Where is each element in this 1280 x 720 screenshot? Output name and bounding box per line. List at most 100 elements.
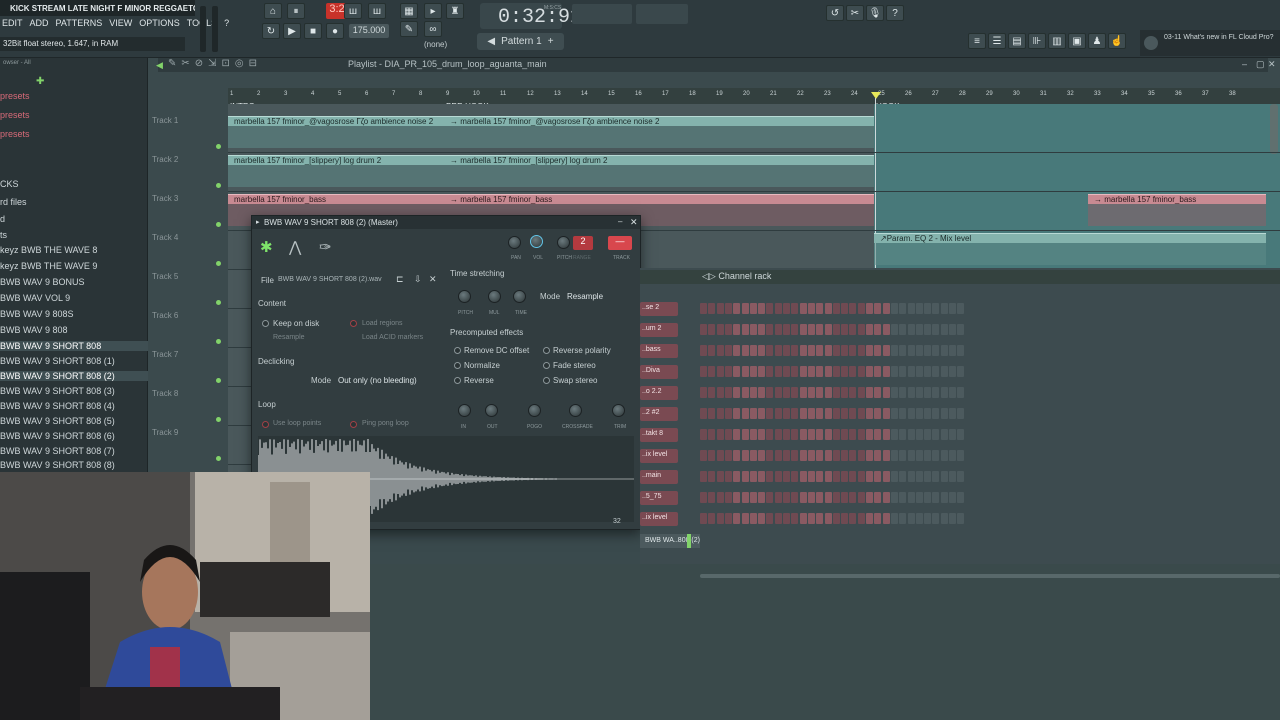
step-button[interactable] (907, 366, 915, 377)
step-button[interactable] (741, 345, 749, 356)
step-button[interactable] (791, 387, 799, 398)
step-button[interactable] (783, 429, 790, 440)
keyboard-icon[interactable]: ▦ (400, 3, 418, 19)
step-button[interactable] (774, 471, 782, 482)
step-button[interactable] (807, 345, 815, 356)
step-button[interactable] (940, 303, 948, 314)
step-button[interactable] (866, 345, 873, 356)
step-button[interactable] (957, 492, 965, 503)
step-button[interactable] (716, 387, 724, 398)
step-button[interactable] (841, 408, 849, 419)
step-button[interactable] (832, 366, 840, 377)
browser-item[interactable]: CKS (0, 179, 19, 189)
step-button[interactable] (766, 450, 774, 461)
step-button[interactable] (708, 324, 716, 335)
track-mute-led[interactable] (216, 456, 221, 461)
step-button[interactable] (849, 450, 857, 461)
step-button[interactable] (708, 450, 716, 461)
playlist-minimize-icon[interactable]: – (1242, 59, 1247, 69)
step-button[interactable] (766, 387, 774, 398)
step-button[interactable] (783, 471, 790, 482)
ts-time-knob[interactable] (513, 290, 526, 303)
browser-item[interactable]: BWB WAV 9 SHORT 808 (7) (0, 446, 115, 456)
step-button[interactable] (882, 513, 890, 524)
step-button[interactable] (724, 345, 732, 356)
step-button[interactable] (749, 387, 757, 398)
step-button[interactable] (741, 471, 749, 482)
browser-icon[interactable]: ▣ (1068, 33, 1086, 49)
step-button[interactable] (940, 450, 948, 461)
swap-stereo-radio[interactable] (543, 377, 550, 384)
step-button[interactable] (841, 513, 849, 524)
plugin-database-icon[interactable]: ♟ (1088, 33, 1106, 49)
step-button[interactable] (874, 408, 882, 419)
step-button[interactable] (882, 303, 890, 314)
step-button[interactable] (716, 366, 724, 377)
step-button[interactable] (866, 492, 873, 503)
step-button[interactable] (949, 324, 956, 335)
step-button[interactable] (724, 324, 732, 335)
ts-mode-select[interactable]: Resample (567, 292, 603, 301)
step-button[interactable] (783, 387, 790, 398)
volume-knob[interactable] (530, 235, 543, 248)
step-button[interactable] (841, 387, 849, 398)
step-button[interactable] (758, 324, 766, 335)
step-button[interactable] (766, 345, 774, 356)
step-button[interactable] (866, 303, 873, 314)
step-button[interactable] (741, 408, 749, 419)
step-button[interactable] (807, 492, 815, 503)
step-button[interactable] (949, 345, 956, 356)
step-button[interactable] (758, 429, 766, 440)
track-mute-led[interactable] (216, 261, 221, 266)
step-button[interactable] (824, 366, 832, 377)
step-button[interactable] (791, 429, 799, 440)
step-button[interactable] (890, 492, 898, 503)
step-button[interactable] (957, 303, 965, 314)
browser-item[interactable]: presets (0, 129, 30, 139)
pattern-selector[interactable]: ◀ Pattern 1 + (477, 33, 564, 50)
step-button[interactable] (890, 345, 898, 356)
channel-name-button[interactable]: ..5_75 (640, 491, 678, 505)
step-button[interactable] (882, 387, 890, 398)
playlist-clip[interactable]: → marbella 157 fminor_bass (1088, 194, 1266, 204)
step-button[interactable] (832, 471, 840, 482)
step-button[interactable] (824, 387, 832, 398)
step-button[interactable] (807, 429, 815, 440)
playlist-clip[interactable]: marbella 157 fminor_@vagosrose Γζο ambie… (228, 116, 444, 126)
step-button[interactable] (890, 429, 898, 440)
step-button[interactable] (807, 324, 815, 335)
link-icon[interactable]: ∞ (424, 21, 442, 37)
step-button[interactable] (890, 408, 898, 419)
step-button[interactable] (915, 303, 923, 314)
step-button[interactable] (766, 366, 774, 377)
step-button[interactable] (758, 513, 766, 524)
step-button[interactable] (907, 492, 915, 503)
step-button[interactable] (766, 303, 774, 314)
mixer-icon[interactable]: ⊪ (1028, 33, 1046, 49)
step-button[interactable] (899, 429, 907, 440)
step-button[interactable] (816, 387, 824, 398)
step-button[interactable] (841, 492, 849, 503)
channel-rack-arrow-icon[interactable]: ◁▷ (702, 271, 718, 281)
step-button[interactable] (915, 408, 923, 419)
step-button[interactable] (832, 303, 840, 314)
step-button[interactable] (799, 513, 807, 524)
step-button[interactable] (907, 345, 915, 356)
track-header[interactable]: Track 1 (152, 116, 178, 125)
channel-name-button[interactable]: ..takt 8 (640, 428, 678, 442)
step-button[interactable] (907, 471, 915, 482)
step-button[interactable] (791, 513, 799, 524)
step-button[interactable] (700, 450, 707, 461)
step-button[interactable] (799, 471, 807, 482)
step-button[interactable] (841, 450, 849, 461)
step-button[interactable] (758, 450, 766, 461)
step-button[interactable] (774, 303, 782, 314)
step-button[interactable] (841, 324, 849, 335)
browser-item[interactable]: BWB WAV VOL 9 (0, 293, 70, 303)
step-button[interactable] (857, 408, 865, 419)
step-button[interactable] (899, 513, 907, 524)
step-button[interactable] (832, 345, 840, 356)
use-loop-points-radio[interactable] (262, 421, 269, 428)
step-button[interactable] (874, 366, 882, 377)
step-button[interactable] (708, 408, 716, 419)
